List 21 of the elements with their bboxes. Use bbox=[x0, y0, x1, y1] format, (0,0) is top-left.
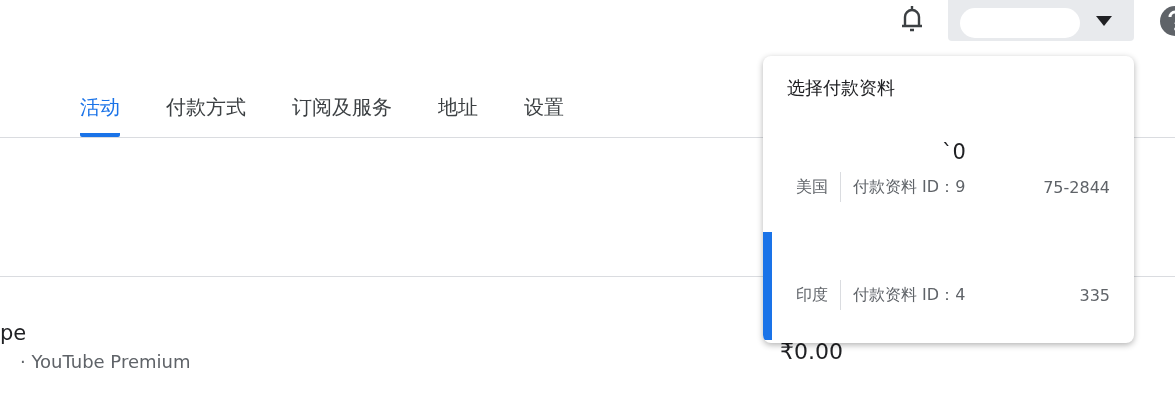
transaction-title: pe bbox=[0, 321, 28, 345]
tab[interactable]: 付款方式 bbox=[166, 94, 246, 137]
tab[interactable]: 活动 bbox=[80, 94, 120, 137]
caret-icon bbox=[1096, 15, 1112, 26]
profile-country: 印度 bbox=[796, 284, 828, 306]
profile-option[interactable]: 印度 付款资料 ID：4 335 bbox=[763, 232, 1134, 340]
tab[interactable]: 地址 bbox=[438, 94, 478, 137]
transaction-subtitle: · YouTube Premium bbox=[19, 351, 192, 372]
profile-id: 付款资料 ID：4 bbox=[853, 284, 967, 306]
profile-id: 付款资料 ID：9 bbox=[853, 176, 967, 198]
help-icon[interactable] bbox=[1158, 4, 1175, 38]
profile-option[interactable]: `0 美国 付款资料 ID：9 75-2844 bbox=[763, 124, 1134, 232]
menu-title: 选择付款资料 bbox=[786, 76, 896, 100]
profile-id: 75-2844 bbox=[1043, 177, 1110, 197]
notifications-icon[interactable] bbox=[900, 4, 924, 34]
transaction-amount: ₹0.00 bbox=[780, 338, 843, 366]
profile-name: `0 bbox=[941, 140, 967, 164]
tab[interactable]: 订阅及服务 bbox=[292, 94, 392, 137]
profile-id: 335 bbox=[1079, 285, 1110, 305]
tab[interactable]: 设置 bbox=[524, 94, 564, 137]
profile-country: 美国 bbox=[796, 176, 828, 198]
